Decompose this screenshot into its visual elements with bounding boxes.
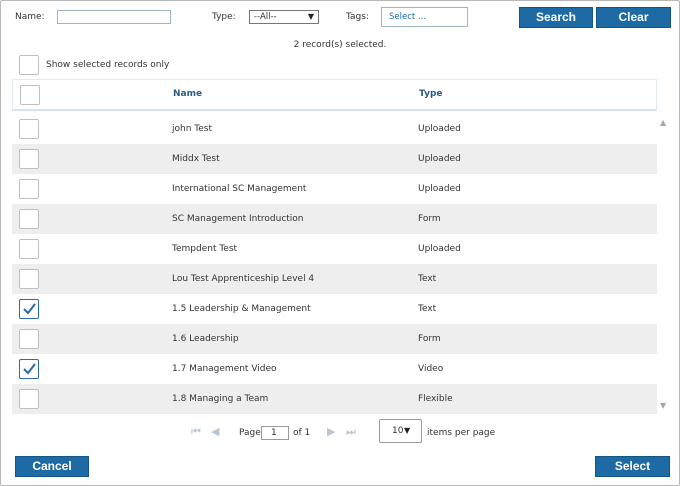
column-header-name[interactable]: Name xyxy=(173,89,202,99)
row-type: Uploaded xyxy=(418,124,461,134)
tags-label: Tags: xyxy=(346,12,369,22)
page-size-value: 10 xyxy=(392,426,404,436)
row-type: Text xyxy=(418,304,437,314)
grid-header: Name Type xyxy=(12,79,657,111)
table-row[interactable]: SC Management Introduction Form xyxy=(12,204,657,234)
row-name: john Test xyxy=(172,124,212,134)
grid-scrollbar[interactable]: ▲ ▼ xyxy=(657,114,671,415)
type-select[interactable]: --All-- ▼ xyxy=(249,10,319,24)
cancel-button[interactable]: Cancel xyxy=(15,456,89,477)
row-name: International SC Management xyxy=(172,184,307,194)
row-checkbox[interactable] xyxy=(19,209,39,229)
type-select-value: --All-- xyxy=(254,12,277,22)
show-selected-label: Show selected records only xyxy=(46,60,170,70)
row-type: Uploaded xyxy=(418,184,461,194)
row-type: Text xyxy=(418,274,437,284)
records-grid: john Test Uploaded Middx Test Uploaded I… xyxy=(12,114,657,415)
row-name: 1.6 Leadership xyxy=(172,334,239,344)
table-row[interactable]: 1.6 Leadership Form xyxy=(12,324,657,354)
row-type: Uploaded xyxy=(418,154,461,164)
row-name: 1.8 Managing a Team xyxy=(172,394,269,404)
table-row[interactable]: 1.8 Managing a Team Flexible xyxy=(12,384,657,414)
page-number-input[interactable]: 1 xyxy=(261,426,289,440)
next-page-icon[interactable]: ▶ xyxy=(327,425,335,438)
table-row[interactable]: Lou Test Apprenticeship Level 4 Text xyxy=(12,264,657,294)
items-per-page-label: items per page xyxy=(427,428,496,438)
scroll-up-icon[interactable]: ▲ xyxy=(660,118,666,127)
search-button[interactable]: Search xyxy=(519,7,593,28)
row-name: SC Management Introduction xyxy=(172,214,304,224)
table-row[interactable]: 1.5 Leadership & Management Text xyxy=(12,294,657,324)
row-checkbox[interactable] xyxy=(19,329,39,349)
select-all-checkbox[interactable] xyxy=(20,85,40,105)
previous-page-icon[interactable]: ◀ xyxy=(211,425,219,438)
row-name: Middx Test xyxy=(172,154,220,164)
chevron-down-icon: ▼ xyxy=(307,12,314,21)
chevron-down-icon: ▼ xyxy=(404,426,411,435)
row-checkbox[interactable] xyxy=(19,119,39,139)
last-page-icon[interactable]: ⏭ xyxy=(346,425,356,439)
scroll-down-icon[interactable]: ▼ xyxy=(660,401,666,410)
checkmark-icon xyxy=(23,303,36,315)
name-input[interactable] xyxy=(57,10,171,24)
row-checkbox[interactable] xyxy=(19,299,39,319)
row-checkbox[interactable] xyxy=(19,179,39,199)
checkmark-icon xyxy=(23,363,36,375)
row-checkbox[interactable] xyxy=(19,269,39,289)
clear-button[interactable]: Clear xyxy=(596,7,671,28)
table-row[interactable]: Tempdent Test Uploaded xyxy=(12,234,657,264)
row-type: Flexible xyxy=(418,394,453,404)
table-row[interactable]: Middx Test Uploaded xyxy=(12,144,657,174)
row-name: Lou Test Apprenticeship Level 4 xyxy=(172,274,315,284)
table-row[interactable]: 1.7 Management Video Video xyxy=(12,354,657,384)
row-name: 1.7 Management Video xyxy=(172,364,277,374)
selected-count-text: 2 record(s) selected. xyxy=(293,40,387,50)
select-button[interactable]: Select xyxy=(595,456,670,477)
page-label: Page xyxy=(239,428,261,438)
row-checkbox[interactable] xyxy=(19,149,39,169)
row-name: Tempdent Test xyxy=(172,244,238,254)
row-type: Form xyxy=(418,334,441,344)
show-selected-checkbox[interactable] xyxy=(19,55,39,75)
first-page-icon[interactable]: ⏮ xyxy=(191,425,201,439)
type-label: Type: xyxy=(212,12,236,22)
row-checkbox[interactable] xyxy=(19,359,39,379)
table-row[interactable]: International SC Management Uploaded xyxy=(12,174,657,204)
table-row[interactable]: john Test Uploaded xyxy=(12,114,657,144)
name-label: Name: xyxy=(15,12,45,22)
column-header-type[interactable]: Type xyxy=(419,89,442,99)
tags-input[interactable]: Select ... xyxy=(381,7,468,27)
row-type: Uploaded xyxy=(418,244,461,254)
row-name: 1.5 Leadership & Management xyxy=(172,304,311,314)
page-count-label: of 1 xyxy=(293,428,311,438)
row-type: Video xyxy=(418,364,444,374)
row-checkbox[interactable] xyxy=(19,239,39,259)
row-type: Form xyxy=(418,214,441,224)
page-size-select[interactable]: 10 ▼ xyxy=(379,419,422,443)
row-checkbox[interactable] xyxy=(19,389,39,409)
tags-placeholder: Select ... xyxy=(389,12,427,22)
